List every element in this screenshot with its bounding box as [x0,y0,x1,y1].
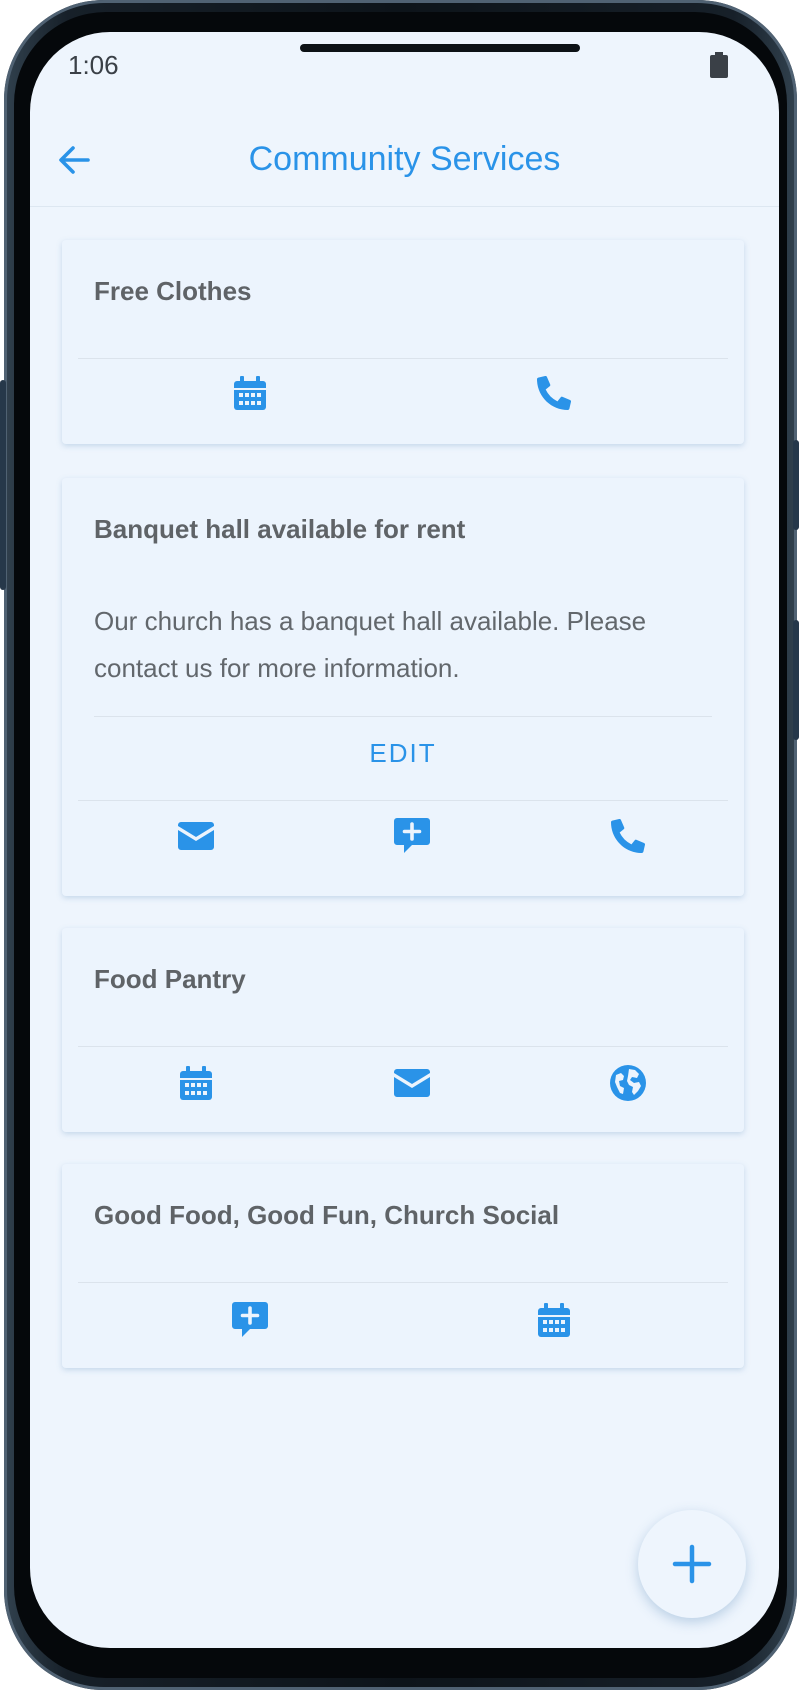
calendar-icon [234,376,266,410]
divider [78,1046,728,1047]
comment-button[interactable] [220,1290,280,1350]
email-button[interactable] [382,1053,442,1113]
card-title[interactable]: Good Food, Good Fun, Church Social [94,1200,559,1231]
calendar-icon [538,1303,570,1337]
comment-plus-icon [394,818,430,853]
plus-icon [672,1544,712,1584]
add-service-button[interactable] [638,1510,746,1618]
divider [94,716,712,717]
service-card: Banquet hall available for rent Our chur… [62,478,744,896]
calendar-button[interactable] [524,1290,584,1350]
page-title: Community Services [248,140,561,178]
service-card: Good Food, Good Fun, Church Social [62,1164,744,1368]
service-card: Food Pantry [62,928,744,1132]
phone-frame: 1:06 Community Services Free Clothes Ban… [0,0,799,1690]
phone-icon [537,376,571,410]
card-title[interactable]: Food Pantry [94,964,246,995]
website-button[interactable] [598,1053,658,1113]
card-title[interactable]: Free Clothes [94,276,252,307]
comment-plus-icon [232,1302,268,1337]
side-button [793,620,799,740]
phone-icon [611,819,645,853]
status-time: 1:06 [68,50,119,80]
notch [300,44,580,52]
screen: 1:06 Community Services Free Clothes Ban… [30,32,779,1648]
phone-button[interactable] [524,363,584,423]
calendar-button[interactable] [166,1053,226,1113]
calendar-button[interactable] [220,363,280,423]
envelope-icon [394,1069,430,1097]
divider [78,800,728,801]
app-header: Community Services [30,116,779,207]
power-button [793,440,799,530]
edit-button[interactable]: EDIT [62,738,744,769]
service-card: Free Clothes [62,240,744,444]
calendar-icon [180,1066,212,1100]
email-button[interactable] [166,806,226,866]
divider [78,1282,728,1283]
battery-icon [710,52,728,78]
globe-icon [610,1065,646,1101]
phone-button[interactable] [598,806,658,866]
card-title[interactable]: Banquet hall available for rent [94,514,465,545]
volume-button [0,380,6,590]
card-description: Our church has a banquet hall available.… [94,606,647,683]
envelope-icon [178,822,214,850]
divider [78,358,728,359]
comment-button[interactable] [382,806,442,866]
